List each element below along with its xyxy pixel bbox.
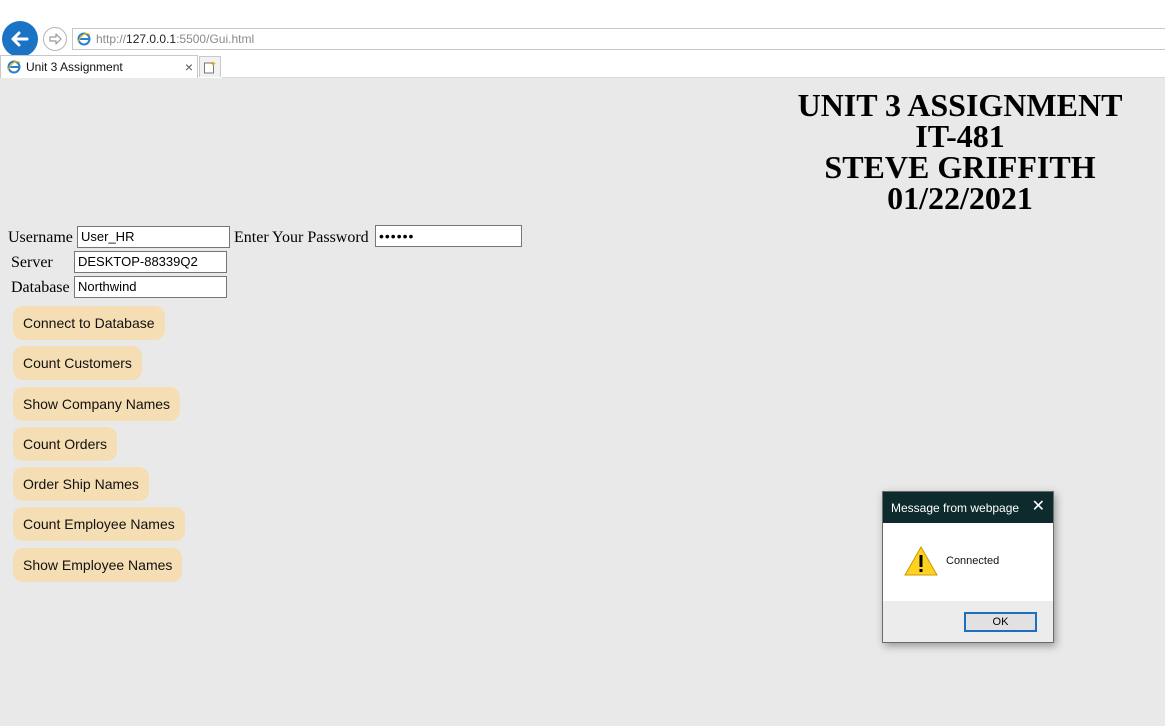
tab-strip-divider: [222, 77, 1165, 78]
heading-line: 01/22/2021: [887, 180, 1033, 216]
dialog-title: Message from webpage: [891, 500, 1020, 515]
ie-logo-icon: [77, 32, 91, 46]
dialog-message: Connected: [946, 555, 1000, 567]
password-input[interactable]: ••••••: [375, 225, 522, 247]
url-host: 127.0.0.1: [126, 32, 177, 46]
server-input[interactable]: DESKTOP-88339Q2: [74, 251, 227, 273]
count-employee-names-button[interactable]: Count Employee Names: [13, 507, 185, 541]
new-tab-icon: [204, 61, 216, 74]
close-icon[interactable]: ✕: [1032, 498, 1045, 516]
address-bar[interactable]: http://127.0.0.1:5500/Gui.html: [72, 28, 1165, 50]
url-scheme: http://: [96, 32, 127, 46]
arrow-right-icon: [49, 33, 62, 45]
warning-icon: [904, 545, 938, 576]
tab-title: Unit 3 Assignment: [26, 60, 123, 74]
database-label: Database: [11, 279, 70, 296]
url-path: :5500/Gui.html: [176, 32, 255, 46]
arrow-left-icon: [11, 31, 29, 47]
username-label: Username: [8, 229, 73, 246]
back-button[interactable]: [2, 21, 38, 57]
count-customers-button[interactable]: Count Customers: [13, 346, 142, 380]
count-orders-button[interactable]: Count Orders: [13, 427, 118, 461]
new-tab-button[interactable]: [199, 56, 221, 77]
alert-dialog: Message from webpage ✕ Connected OK: [882, 491, 1054, 643]
dialog-body: Connected: [883, 523, 1053, 601]
dialog-title-bar: Message from webpage ✕: [883, 492, 1053, 523]
username-input[interactable]: User_HR: [77, 226, 230, 248]
heading-line: UNIT 3 ASSIGNMENT: [797, 87, 1123, 123]
page-heading: UNIT 3 ASSIGNMENT IT-481 STEVE GRIFFITH …: [755, 87, 1165, 216]
ok-button[interactable]: OK: [964, 612, 1037, 632]
ie-logo-icon: [7, 60, 21, 74]
database-input[interactable]: Northwind: [74, 276, 227, 298]
tab-close-icon[interactable]: ×: [185, 59, 193, 75]
server-label: Server: [11, 254, 53, 271]
show-employee-names-button[interactable]: Show Employee Names: [13, 548, 183, 582]
browser-tab[interactable]: Unit 3 Assignment ×: [0, 55, 198, 78]
heading-line: STEVE GRIFFITH: [824, 149, 1096, 185]
show-company-names-button[interactable]: Show Company Names: [13, 387, 181, 421]
order-ship-names-button[interactable]: Order Ship Names: [13, 467, 149, 501]
connect-database-button[interactable]: Connect to Database: [13, 306, 165, 340]
dialog-footer: OK: [883, 601, 1053, 642]
forward-button[interactable]: [43, 27, 67, 51]
heading-line: IT-481: [915, 118, 1005, 154]
password-label: Enter Your Password: [234, 229, 369, 246]
